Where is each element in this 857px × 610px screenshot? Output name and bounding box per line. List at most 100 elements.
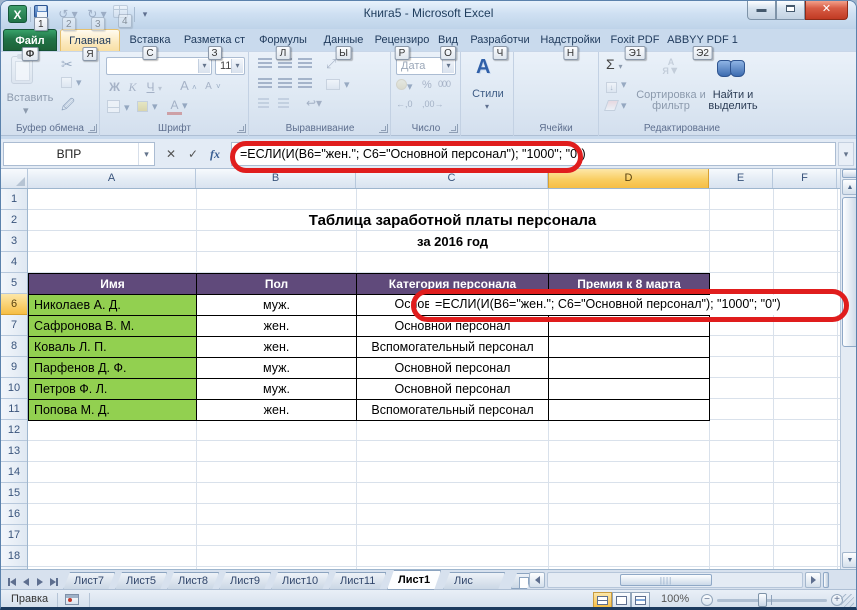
clear-button[interactable]: ▾ [606,99,627,112]
cut-button[interactable]: ✂ [61,56,73,73]
scrollbar-split-handle[interactable] [842,169,857,178]
align-bottom-button[interactable] [298,58,312,72]
next-sheet-button[interactable] [33,573,46,587]
row-header-16[interactable]: 16 [1,504,27,525]
name-box[interactable]: ВПР ▾ [3,142,155,166]
tab-review[interactable]: РецензироР [374,29,430,51]
row-header-18[interactable]: 18 [1,546,27,567]
enter-button[interactable]: ✓ [183,143,203,165]
wrap-text-button[interactable]: ↩▾ [306,96,322,110]
row-header-11[interactable]: 11 [1,399,27,420]
tab-formulas[interactable]: ФормулыЛ [253,29,313,51]
page-break-view-button[interactable] [631,592,650,608]
cell-d10[interactable] [548,378,710,400]
column-header-d[interactable]: D [548,169,709,188]
align-left-button[interactable] [258,78,272,92]
tab-view[interactable]: ВидО [433,29,463,51]
format-painter-button[interactable]: 🖉 [61,96,75,118]
scroll-up-button[interactable]: ▲ [842,179,857,195]
minimize-button[interactable]: ▬ [747,1,776,20]
align-right-button[interactable] [298,78,312,92]
fill-color-button[interactable]: ▾ [137,100,158,113]
row-header-5[interactable]: 5 [1,273,27,294]
find-select-button[interactable] [716,58,746,76]
autosum-button[interactable]: Σ ▾ [606,56,623,72]
font-name-combo[interactable]: ▾ [106,57,212,75]
italic-button[interactable]: К [125,80,140,95]
row-header-12[interactable]: 12 [1,420,27,441]
tab-insert[interactable]: ВставкаС [123,29,177,51]
row-header-13[interactable]: 13 [1,441,27,462]
row-header-4[interactable]: 4 [1,252,27,273]
fill-button[interactable]: ↓▾ [606,78,627,93]
cell-c8[interactable]: Вспомогательный персонал [356,336,549,358]
cell-a9[interactable]: Парфенов Д. Ф. [28,357,197,379]
tab-foxit-pdf[interactable]: Foxit PDFЭ1 [608,29,662,51]
first-sheet-button[interactable] [5,573,18,587]
formula-input[interactable]: =ЕСЛИ(И(В6="жен."; С6="Основной персонал… [231,142,836,166]
cell-d11[interactable] [548,399,710,421]
cell-d8[interactable] [548,336,710,358]
cell-c9[interactable]: Основной персонал [356,357,549,379]
column-header-f[interactable]: F [773,169,837,188]
cell-c11[interactable]: Вспомогательный персонал [356,399,549,421]
column-header-c[interactable]: C [356,169,548,188]
sheet-tab-partial[interactable]: Лис [443,572,505,590]
column-header-a[interactable]: A [28,169,196,188]
merge-center-button[interactable]: ▾ [326,78,350,91]
increase-decimal-button[interactable]: ←,0 [396,99,413,109]
sheet-tab-list9[interactable]: Лист9 [219,572,271,590]
alignment-dialog-launcher[interactable] [379,124,388,133]
row-header-15[interactable]: 15 [1,483,27,504]
zoom-slider-handle[interactable] [758,593,767,607]
hscroll-right-button[interactable] [805,572,821,588]
tab-data[interactable]: ДанныеЫ [316,29,371,51]
bold-button[interactable]: Ж [107,80,122,94]
row-header-9[interactable]: 9 [1,357,27,378]
align-middle-button[interactable] [278,58,292,72]
decrease-decimal-button[interactable]: ,00→ [422,99,444,109]
cell-b10[interactable]: муж. [196,378,357,400]
cell-c10[interactable]: Основной персонал [356,378,549,400]
cell-b7[interactable]: жен. [196,315,357,337]
sheet-grid[interactable]: Таблица заработной платы персонала за 20… [1,189,840,569]
row-header-1[interactable]: 1 [1,189,27,210]
vertical-scrollbar[interactable]: ▲ ▼ [840,169,857,569]
cell-d7[interactable] [548,315,710,337]
prev-sheet-button[interactable] [19,573,32,587]
sort-filter-button[interactable]: АЯ▼ [644,58,698,76]
horizontal-scroll-thumb[interactable]: |||| [620,574,712,586]
page-layout-view-button[interactable] [612,592,631,608]
sheet-tab-list5[interactable]: Лист5 [115,572,167,590]
cancel-button[interactable]: ✕ [161,143,181,165]
table-header-category[interactable]: Категория персонала [356,273,549,295]
last-sheet-button[interactable] [47,573,60,587]
font-dialog-launcher[interactable] [237,124,246,133]
align-center-button[interactable] [278,78,292,92]
row-header-7[interactable]: 7 [1,315,27,336]
grow-font-button[interactable]: А˄ [177,78,197,93]
zoom-slider-track[interactable] [717,599,827,602]
accounting-format-button[interactable]: ▾ [396,79,413,93]
row-header-10[interactable]: 10 [1,378,27,399]
tab-home[interactable]: ГлавнаяЯ [60,29,120,51]
cell-d9[interactable] [548,357,710,379]
copy-button[interactable]: ▾ [61,76,82,89]
cell-a11[interactable]: Попова М. Д. [28,399,197,421]
percent-style-button[interactable]: % [422,79,432,91]
table-header-gender[interactable]: Пол [196,273,357,295]
zoom-level[interactable]: 100% [661,593,689,605]
table-header-bonus[interactable]: Премия к 8 марта [548,273,710,295]
tab-addins[interactable]: НадстройкиН [538,29,603,51]
insert-function-button[interactable]: fx [205,143,225,165]
cell-c7[interactable]: Основной персонал [356,315,549,337]
cell-b6[interactable]: муж. [196,294,357,316]
paste-dropdown[interactable]: ▾ [23,104,29,117]
horizontal-scrollbar[interactable]: |||| [547,572,803,588]
clipboard-dialog-launcher[interactable] [88,124,97,133]
borders-button[interactable]: ▾ [107,100,130,114]
hscroll-left-button[interactable] [529,572,545,588]
sheet-tab-list10[interactable]: Лист10 [271,572,329,590]
restore-button[interactable] [776,1,805,20]
align-top-button[interactable] [258,58,272,72]
